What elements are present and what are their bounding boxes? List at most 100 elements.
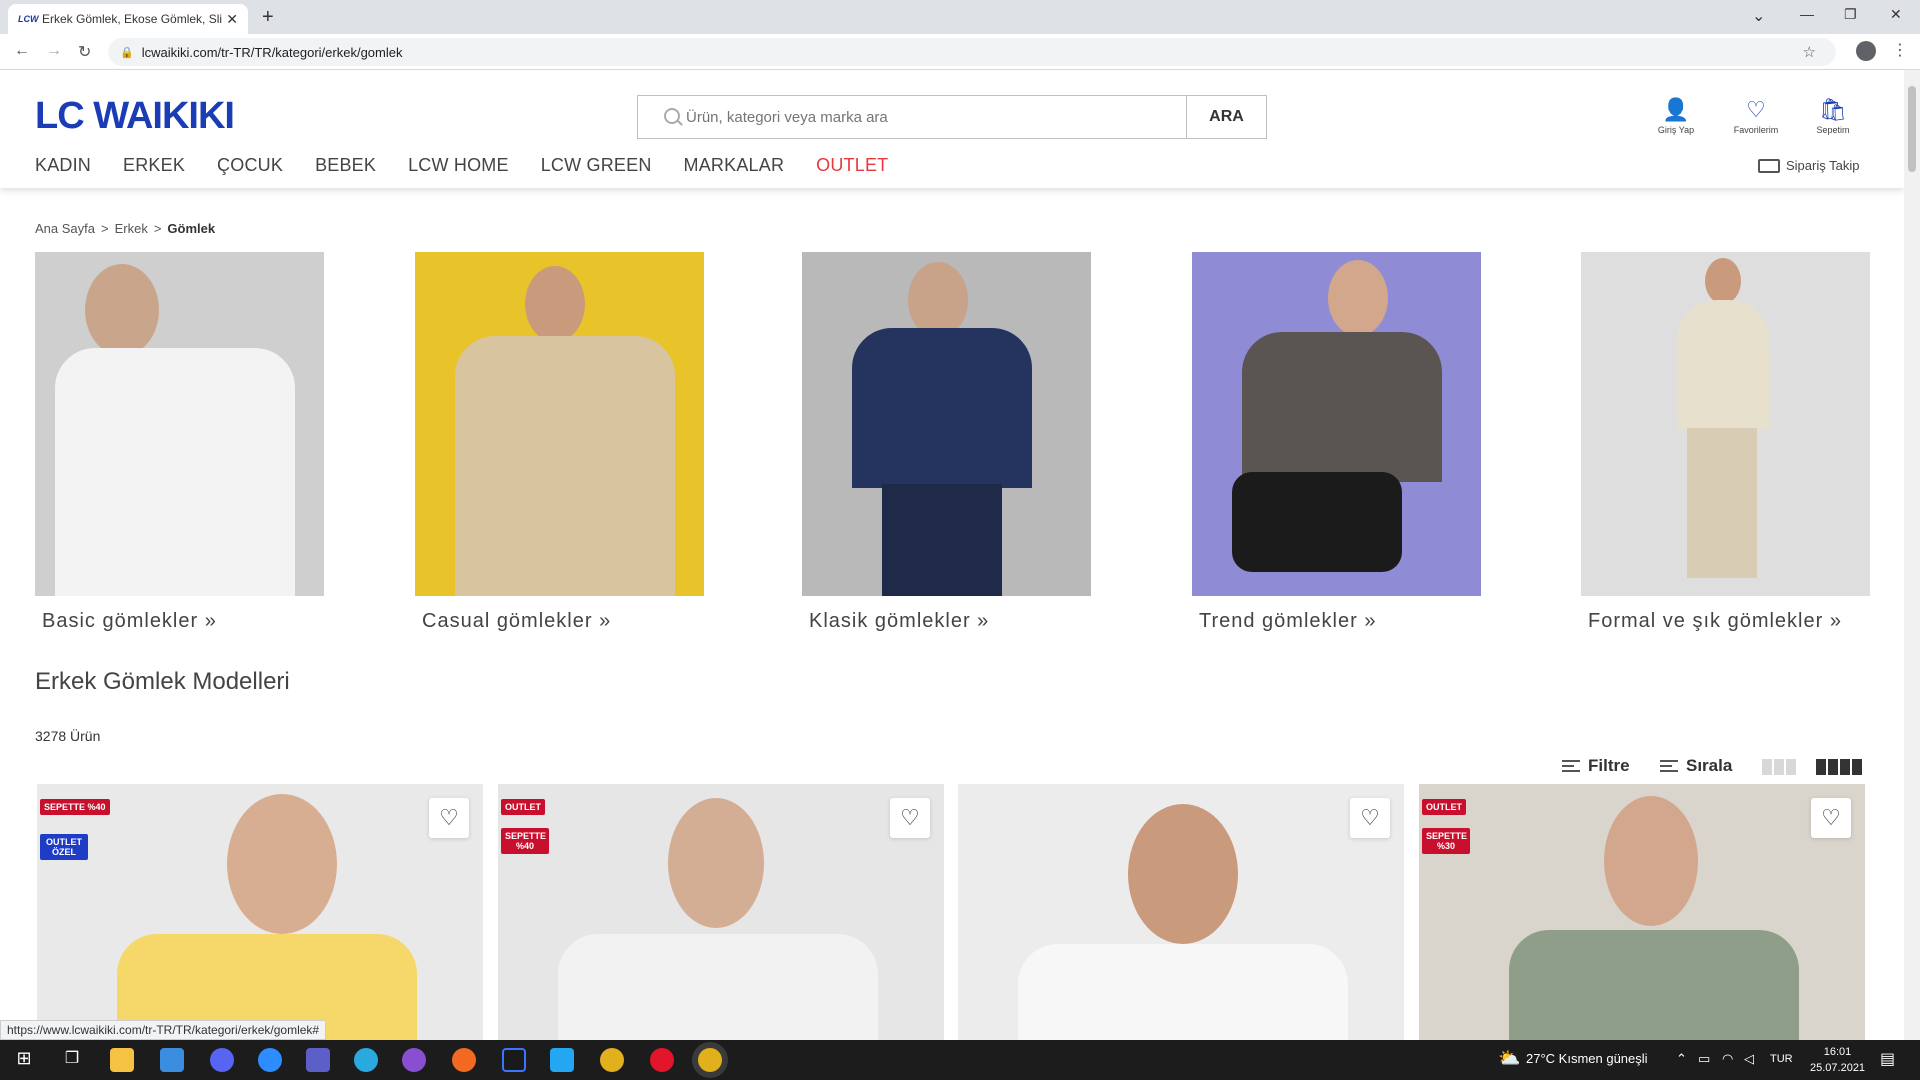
wifi-icon[interactable]: ◠ <box>1722 1051 1733 1067</box>
nav-lcw-home[interactable]: LCW HOME <box>408 155 509 176</box>
volume-icon[interactable]: ◁ <box>1744 1051 1754 1067</box>
nav-erkek[interactable]: ERKEK <box>123 155 185 176</box>
cart-button[interactable]: 🛍 Sepetim <box>1798 97 1868 136</box>
url-field[interactable]: 🔒 lcwaikiki.com/tr-TR/TR/kategori/erkek/… <box>108 38 1836 66</box>
category-label: Basic gömlekler » <box>42 610 217 632</box>
new-tab-button[interactable]: + <box>262 6 274 29</box>
bag-icon: 🛍 <box>1819 97 1847 122</box>
weather-text[interactable]: 27°C Kısmen güneşli <box>1526 1051 1648 1066</box>
discount-badge: SEPETTE %30 <box>1422 828 1470 854</box>
url-text: lcwaikiki.com/tr-TR/TR/kategori/erkek/go… <box>141 44 403 60</box>
search-input[interactable] <box>638 96 1186 138</box>
user-icon: 👤 <box>1662 97 1690 122</box>
file-explorer-icon[interactable] <box>110 1048 134 1072</box>
discord-icon[interactable] <box>210 1048 234 1072</box>
category-formal[interactable]: Formal ve şık gömlekler » <box>1581 252 1870 633</box>
category-label: Casual gömlekler » <box>422 610 612 632</box>
language-indicator[interactable]: TUR <box>1770 1053 1793 1065</box>
breadcrumb-current: Gömlek <box>167 221 216 236</box>
nav-lcw-green[interactable]: LCW GREEN <box>541 155 652 176</box>
category-casual[interactable]: Casual gömlekler » <box>415 252 704 633</box>
tab-search-icon[interactable]: ⌄ <box>1752 6 1765 26</box>
tab-title: Erkek Gömlek, Ekose Gömlek, Slim <box>42 12 222 26</box>
tray-chevron-icon[interactable]: ⌃ <box>1676 1051 1687 1067</box>
product-card[interactable]: OUTLET SEPETTE %40 ♡ <box>498 784 944 1040</box>
notification-icon[interactable]: ▤ <box>1880 1049 1895 1069</box>
clock-time: 16:01 <box>1823 1046 1852 1058</box>
profile-avatar-icon[interactable] <box>1856 41 1876 61</box>
add-favorite-heart-icon[interactable]: ♡ <box>890 798 930 838</box>
add-favorite-heart-icon[interactable]: ♡ <box>1811 798 1851 838</box>
nav-bebek[interactable]: BEBEK <box>315 155 376 176</box>
status-url: https://www.lcwaikiki.com/tr-TR/TR/kateg… <box>0 1020 327 1040</box>
nav-kadin[interactable]: KADIN <box>35 155 91 176</box>
favicon-icon: LCW <box>18 14 39 24</box>
category-basic[interactable]: Basic gömlekler » <box>35 252 324 633</box>
grid-3-view-button[interactable] <box>1762 759 1796 775</box>
breadcrumb-home[interactable]: Ana Sayfa <box>35 221 95 236</box>
reload-icon[interactable]: ↻ <box>78 42 91 62</box>
battery-icon[interactable]: ▭ <box>1698 1051 1710 1067</box>
opera-icon[interactable] <box>650 1048 674 1072</box>
sort-button[interactable]: Sırala <box>1660 756 1732 776</box>
product-card[interactable]: SEPETTE %40 OUTLET ÖZEL ♡ <box>37 784 483 1040</box>
favorites-button[interactable]: ♡ Favorilerim <box>1721 98 1791 136</box>
add-favorite-heart-icon[interactable]: ♡ <box>1350 798 1390 838</box>
close-tab-icon[interactable]: ✕ <box>226 11 238 28</box>
nav-cocuk[interactable]: ÇOCUK <box>217 155 283 176</box>
back-arrow-icon[interactable]: ← <box>14 42 30 60</box>
outlet-badge: OUTLET <box>1422 799 1466 815</box>
bookmark-star-icon[interactable]: ☆ <box>1803 43 1816 61</box>
login-button[interactable]: 👤 Giriş Yap <box>1641 97 1711 136</box>
task-view-icon[interactable]: ❐ <box>60 1048 84 1072</box>
docker-icon[interactable] <box>354 1048 378 1072</box>
sort-label: Sırala <box>1686 756 1733 775</box>
forward-arrow-icon[interactable]: → <box>46 42 62 60</box>
weather-icon: ⛅ <box>1498 1048 1521 1068</box>
category-label: Klasik gömlekler » <box>809 610 990 632</box>
discount-badge: SEPETTE %40 <box>40 799 110 815</box>
category-trend[interactable]: Trend gömlekler » <box>1192 252 1481 633</box>
clock[interactable]: 16:01 25.07.2021 <box>1810 1044 1865 1076</box>
product-card[interactable]: OUTLET SEPETTE %30 ♡ <box>1419 784 1865 1040</box>
page-scrollbar[interactable] <box>1904 70 1920 1040</box>
app-icon[interactable] <box>402 1048 426 1072</box>
login-label: Giriş Yap <box>1657 125 1695 135</box>
product-card[interactable]: ♡ <box>958 784 1404 1040</box>
category-label: Formal ve şık gömlekler » <box>1588 610 1842 632</box>
nav-outlet[interactable]: OUTLET <box>816 155 888 176</box>
vscode-icon[interactable] <box>550 1048 574 1072</box>
chrome-icon[interactable] <box>600 1048 624 1072</box>
windows-start-icon[interactable]: ⊞ <box>12 1048 36 1072</box>
filter-button[interactable]: Filtre <box>1562 756 1630 776</box>
search-button[interactable]: ARA <box>1186 96 1266 138</box>
scrollbar-thumb[interactable] <box>1908 86 1916 172</box>
category-image <box>35 252 324 596</box>
store-icon[interactable] <box>160 1048 184 1072</box>
grid-4-view-button[interactable] <box>1816 759 1862 775</box>
outlet-badge: OUTLET <box>501 799 545 815</box>
maximize-button[interactable]: ❐ <box>1844 6 1857 23</box>
teams-icon[interactable] <box>306 1048 330 1072</box>
browser-menu-icon[interactable]: ⋮ <box>1892 40 1908 60</box>
app-icon[interactable] <box>452 1048 476 1072</box>
browser-tab[interactable]: LCW Erkek Gömlek, Ekose Gömlek, Slim ✕ <box>8 4 248 34</box>
category-klasik[interactable]: Klasik gömlekler » <box>802 252 1091 633</box>
minimize-button[interactable]: — <box>1800 6 1814 22</box>
site-logo[interactable]: LC WAIKIKI <box>35 95 235 138</box>
nav-markalar[interactable]: MARKALAR <box>684 155 785 176</box>
category-image <box>802 252 1091 596</box>
discount-badge: SEPETTE %40 <box>501 828 549 854</box>
add-favorite-heart-icon[interactable]: ♡ <box>429 798 469 838</box>
search-icon <box>664 108 680 124</box>
listing-title: Erkek Gömlek Modelleri <box>35 668 290 695</box>
breadcrumb-erkek[interactable]: Erkek <box>115 221 148 236</box>
sort-icon <box>1660 760 1678 772</box>
close-window-button[interactable]: ✕ <box>1890 6 1902 23</box>
zoom-icon[interactable] <box>258 1048 282 1072</box>
jetbrains-icon[interactable] <box>502 1048 526 1072</box>
order-track-label: Sipariş Takip <box>1786 158 1860 173</box>
chrome-active-icon[interactable] <box>698 1048 722 1072</box>
product-count: 3278 Ürün <box>35 728 101 744</box>
order-track-link[interactable]: Sipariş Takip <box>1758 158 1859 173</box>
